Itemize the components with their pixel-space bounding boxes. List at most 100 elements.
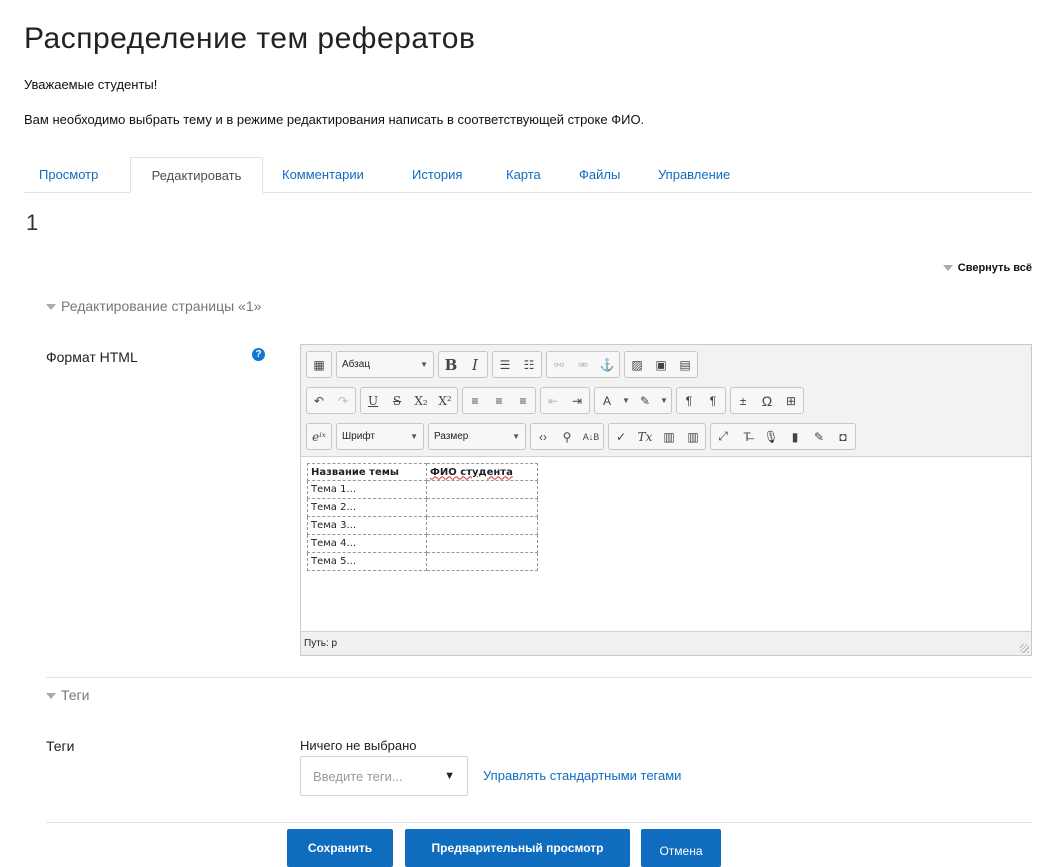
cleanup-icon[interactable]: ✓ (609, 424, 633, 449)
table-cell-topic[interactable]: Тема 3... (307, 516, 427, 535)
tags-input[interactable]: Введите теги... ▼ (300, 756, 468, 796)
link-icon[interactable]: ⚯ (547, 352, 571, 377)
format-label: Формат HTML (46, 349, 138, 365)
chevron-down-icon[interactable]: ▼ (657, 388, 671, 413)
bullet-list-icon[interactable]: ☰ (493, 352, 517, 377)
paste-word-icon[interactable]: ▥ (681, 424, 705, 449)
toolbar-row-1: ▦ Абзац ▼ B I ☰ ☷ ⚯ ⚮ ⚓ ▨ ▣ ▤ (306, 351, 698, 378)
dropdown-arrow-icon: ▼ (444, 770, 455, 782)
tags-input-placeholder: Введите теги... (313, 768, 403, 784)
tags-selection-status: Ничего не выбрано (300, 738, 417, 753)
font-size-value: Размер (434, 431, 469, 442)
strikethrough-icon[interactable]: S (385, 388, 409, 413)
rtl-icon[interactable]: ¶ (701, 388, 725, 413)
intro-instruction: Вам необходимо выбрать тему и в режиме р… (24, 112, 645, 127)
table-cell-topic[interactable]: Тема 1... (307, 480, 427, 499)
section-collapse-icon (46, 693, 56, 700)
clear-format-icon[interactable]: T̶ (735, 424, 759, 449)
collapse-triangle-icon (942, 265, 953, 272)
toolbar-row-3: eⁱˣ Шрифт ▼ Размер ▼ ‹› ⚲ A↓B ✓ Tx ▥ ▥ ⤢ T… (306, 423, 856, 450)
find-icon[interactable]: ⚲ (555, 424, 579, 449)
text-color-icon[interactable]: A (595, 388, 619, 413)
preview-button[interactable]: Предварительный просмотр (405, 829, 630, 867)
redo-icon[interactable]: ↷ (331, 388, 355, 413)
collapse-all-link[interactable]: Свернуть всё (942, 262, 1032, 274)
table-cell-topic[interactable]: Тема 4... (307, 534, 427, 553)
edit-section-toggle[interactable]: Редактирование страницы «1» (46, 298, 261, 314)
fullscreen-icon[interactable]: ⤢ (711, 424, 735, 449)
tab-comments[interactable]: Комментарии (282, 157, 364, 193)
tags-label: Теги (46, 738, 75, 754)
font-family-select[interactable]: Шрифт ▼ (337, 424, 423, 449)
tab-files[interactable]: Файлы (579, 157, 620, 193)
tab-edit[interactable]: Редактировать (130, 157, 263, 193)
anchor-icon[interactable]: ⚓ (595, 352, 619, 377)
table-cell-topic[interactable]: Тема 5... (307, 552, 427, 571)
screenshot-icon[interactable]: ◘ (831, 424, 855, 449)
table-row: Тема 5... (307, 552, 538, 571)
align-center-icon[interactable]: ≡ (487, 388, 511, 413)
indent-icon[interactable]: ⇥ (565, 388, 589, 413)
image-icon[interactable]: ▨ (625, 352, 649, 377)
page-title: Распределение тем рефератов (24, 22, 476, 55)
save-button[interactable]: Сохранить (287, 829, 393, 867)
undo-icon[interactable]: ↶ (307, 388, 331, 413)
table-icon[interactable]: ⊞ (779, 388, 803, 413)
media-icon[interactable]: ▣ (649, 352, 673, 377)
topics-table: Название темы ФИО студента Тема 1... Тем… (307, 463, 538, 571)
paragraph-format-select[interactable]: Абзац ▼ (337, 352, 433, 377)
manage-files-icon[interactable]: ▤ (673, 352, 697, 377)
underline-icon[interactable]: U (361, 388, 385, 413)
cancel-button[interactable]: Отмена (641, 829, 721, 867)
table-cell-student[interactable] (426, 552, 538, 571)
table-cell-topic[interactable]: Тема 2... (307, 498, 427, 517)
manage-standard-tags-link[interactable]: Управлять стандартными тегами (483, 768, 681, 783)
background-color-icon[interactable]: ✎ (633, 388, 657, 413)
font-family-value: Шрифт (342, 431, 375, 442)
section-divider (46, 677, 1032, 678)
unlink-icon[interactable]: ⚮ (571, 352, 595, 377)
record-audio-icon[interactable]: 🎙 (759, 424, 783, 449)
replace-icon[interactable]: A↓B (579, 424, 603, 449)
table-cell-student[interactable] (426, 516, 538, 535)
toolbar-toggle-icon[interactable]: ▦ (307, 352, 331, 377)
table-cell-student[interactable] (426, 534, 538, 553)
numbered-list-icon[interactable]: ☷ (517, 352, 541, 377)
tab-history[interactable]: История (412, 157, 462, 193)
table-cell-student[interactable] (426, 498, 538, 517)
table-header-student: ФИО студента (426, 463, 538, 481)
tab-view[interactable]: Просмотр (39, 157, 98, 193)
equation-editor-icon[interactable]: eⁱˣ (307, 424, 331, 449)
table-row: Тема 3... (307, 516, 538, 535)
tags-section-toggle[interactable]: Теги (46, 687, 89, 703)
resize-grip-icon[interactable] (1020, 644, 1029, 653)
equation-icon[interactable]: ± (731, 388, 755, 413)
paste-text-icon[interactable]: ▥ (657, 424, 681, 449)
subscript-icon[interactable]: X₂ (409, 388, 433, 413)
section-divider (46, 822, 1032, 823)
chevron-down-icon[interactable]: ▼ (619, 388, 633, 413)
font-size-select[interactable]: Размер ▼ (429, 424, 525, 449)
special-chars-icon[interactable]: Ω (755, 388, 779, 413)
outdent-icon[interactable]: ⇤ (541, 388, 565, 413)
editor-content-area[interactable]: Название темы ФИО студента Тема 1... Тем… (301, 456, 1031, 631)
align-right-icon[interactable]: ≡ (511, 388, 535, 413)
italic-icon[interactable]: I (463, 352, 487, 377)
ltr-icon[interactable]: ¶ (677, 388, 701, 413)
superscript-icon[interactable]: X² (433, 388, 457, 413)
code-icon[interactable]: ‹› (531, 424, 555, 449)
toolbar-row-2: ↶ ↷ U S X₂ X² ≡ ≡ ≡ ⇤ ⇥ A ▼ ✎ ▼ ¶ ¶ ± Ω … (306, 387, 804, 414)
chevron-down-icon: ▼ (420, 360, 428, 369)
edit-section-heading: Редактирование страницы «1» (61, 298, 262, 314)
align-left-icon[interactable]: ≡ (463, 388, 487, 413)
pencil-icon[interactable]: ✎ (807, 424, 831, 449)
remove-format-icon[interactable]: Tx (633, 424, 657, 449)
table-cell-student[interactable] (426, 480, 538, 499)
bold-icon[interactable]: B (439, 352, 463, 377)
record-video-icon[interactable]: ▮ (783, 424, 807, 449)
help-icon[interactable]: ? (252, 348, 265, 361)
section-collapse-icon (46, 304, 56, 311)
tab-map[interactable]: Карта (506, 157, 541, 193)
chevron-down-icon: ▼ (512, 432, 520, 441)
tab-admin[interactable]: Управление (658, 157, 730, 193)
